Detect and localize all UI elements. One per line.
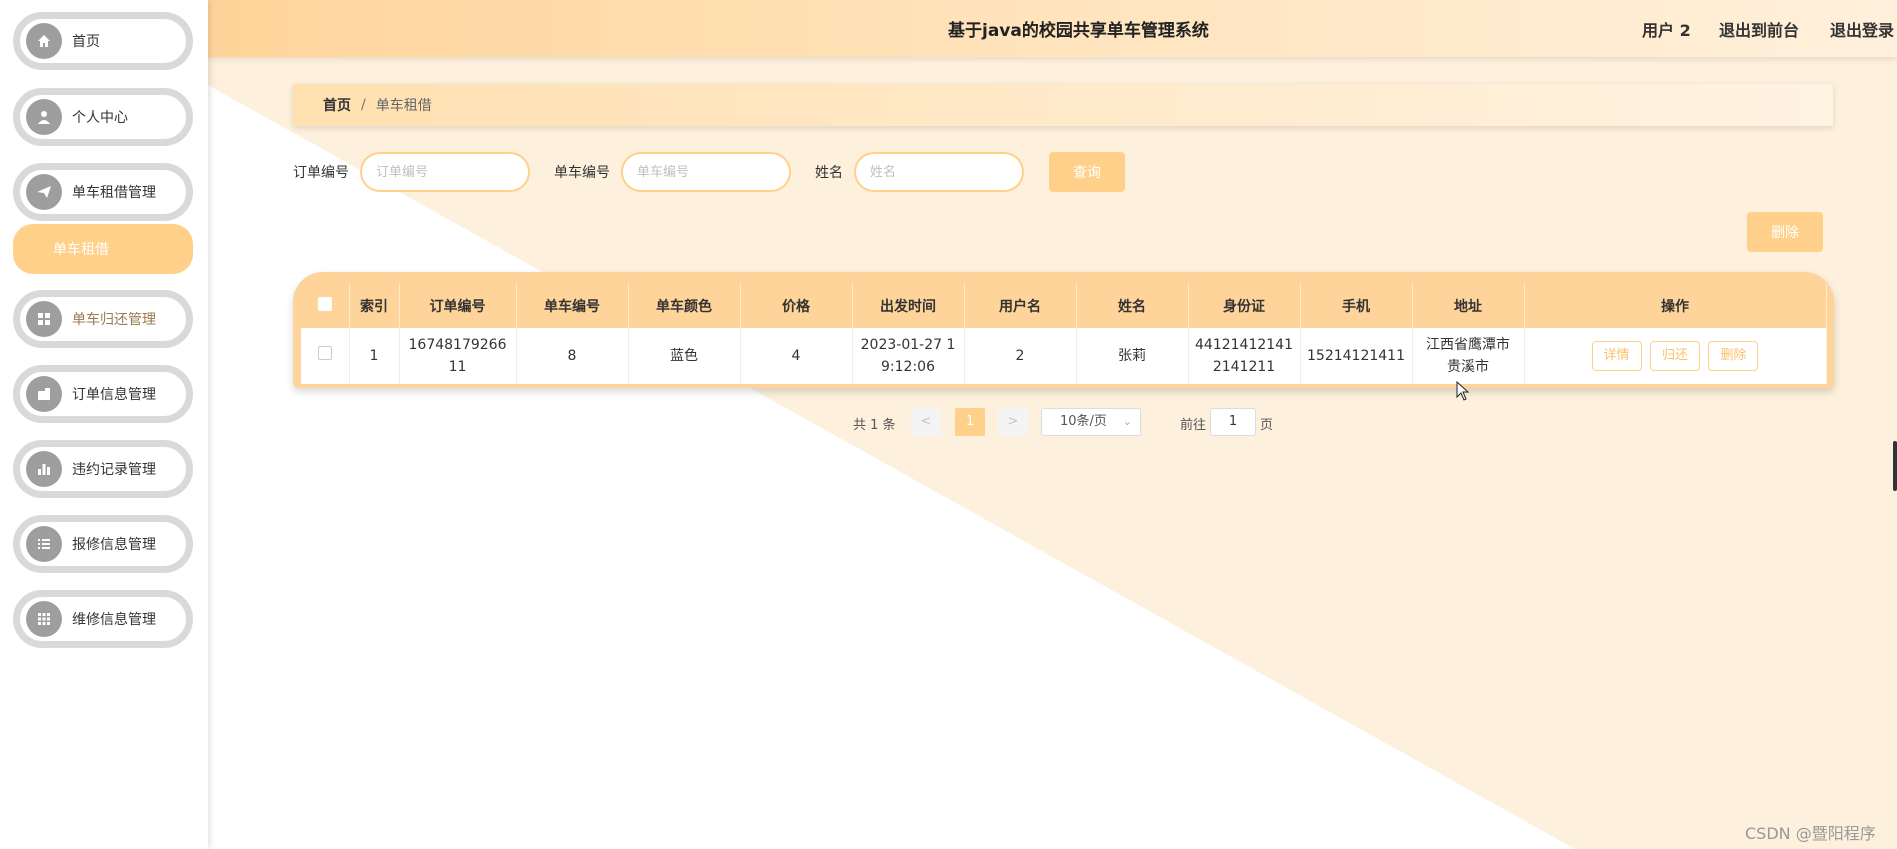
- cell-price: 4: [740, 328, 853, 384]
- cell-address: 江西省鹰潭市 贵溪市: [1412, 328, 1525, 384]
- detail-button[interactable]: 详情: [1591, 341, 1642, 371]
- column-header: 单车颜色: [628, 284, 741, 328]
- bar-chart-icon: [26, 451, 62, 487]
- sidebar-item-label: 单车租借管理: [72, 185, 156, 201]
- sidebar-item-personal-center[interactable]: 个人中心: [13, 88, 193, 146]
- next-page-button[interactable]: >: [998, 408, 1028, 436]
- sidebar-item-rental-management[interactable]: 单车租借管理: [13, 163, 193, 221]
- grid-icon: [26, 301, 62, 337]
- table-row: 1 16748179266 11 8 蓝色 4 2023-01-27 1 9:12:…: [301, 328, 1827, 384]
- sidebar-item-label: 订单信息管理: [72, 387, 156, 403]
- order-no-input[interactable]: [360, 152, 530, 192]
- column-header: 操作: [1524, 284, 1827, 328]
- column-header: 地址: [1412, 284, 1525, 328]
- cell-phone: 15214121411: [1300, 328, 1413, 384]
- current-user[interactable]: 用户 2: [1642, 17, 1691, 41]
- background-diagonal: [208, 0, 1897, 849]
- sidebar-item-repair-report-management[interactable]: 报修信息管理: [13, 515, 193, 573]
- goto-page-input[interactable]: 1: [1210, 408, 1256, 436]
- bike-no-label: 单车编号: [554, 165, 610, 181]
- cell-bike-no: 8: [516, 328, 629, 384]
- sidebar-item-home[interactable]: 首页: [13, 12, 193, 70]
- cell-index: 1: [349, 328, 400, 384]
- breadcrumb-home[interactable]: 首页: [323, 95, 351, 115]
- breadcrumb-separator: /: [361, 97, 366, 113]
- bike-no-input[interactable]: [621, 152, 791, 192]
- site-title: 基于java的校园共享单车管理系统: [948, 21, 1209, 41]
- delete-row-button[interactable]: 删除: [1708, 341, 1759, 371]
- pagination-total: 共 1 条: [853, 418, 896, 433]
- cell-name: 张莉: [1076, 328, 1189, 384]
- cell-actions: 详情 归还 删除: [1524, 328, 1827, 384]
- sidebar-item-violation-management[interactable]: 违约记录管理: [13, 440, 193, 498]
- sidebar-item-order-management[interactable]: 订单信息管理: [13, 365, 193, 423]
- prev-page-button[interactable]: <: [911, 408, 941, 436]
- page-size-value: 10条/页: [1060, 414, 1107, 429]
- cell-order-no: 16748179266 11: [399, 328, 517, 384]
- sidebar-item-label: 单车归还管理: [72, 312, 156, 328]
- page-size-select[interactable]: 10条/页 ⌄: [1041, 408, 1141, 436]
- column-header: 身份证: [1188, 284, 1301, 328]
- list-icon: [26, 526, 62, 562]
- breadcrumb-current: 单车租借: [375, 98, 432, 114]
- name-input[interactable]: [854, 152, 1024, 192]
- page-1-button[interactable]: 1: [955, 408, 985, 436]
- sidebar-item-label: 个人中心: [72, 110, 128, 126]
- name-label: 姓名: [815, 165, 843, 181]
- mouse-cursor-icon: [1456, 381, 1470, 401]
- watermark: CSDN @暨阳程序: [1745, 824, 1876, 843]
- sidebar-item-return-management[interactable]: 单车归还管理: [13, 290, 193, 348]
- column-header: 出发时间: [852, 284, 965, 328]
- column-header: 手机: [1300, 284, 1413, 328]
- table-header-row: 索引 订单编号 单车编号 单车颜色 价格 出发时间 用户名 姓名 身份证 手机 …: [301, 284, 1827, 328]
- data-table: 索引 订单编号 单车编号 单车颜色 价格 出发时间 用户名 姓名 身份证 手机 …: [293, 272, 1834, 388]
- column-header: 用户名: [964, 284, 1077, 328]
- column-header: 索引: [349, 284, 400, 328]
- logout-link[interactable]: 退出登录: [1830, 17, 1894, 41]
- batch-delete-button[interactable]: 删除: [1747, 212, 1823, 252]
- sidebar-item-label: 首页: [72, 34, 100, 50]
- top-bar: 基于java的校园共享单车管理系统 用户 2 退出到前台 退出登录: [208, 0, 1897, 57]
- sidebar: 首页 个人中心 单车租借管理 单车租借 单车归还管理 订单信息管理 违约记录管理: [0, 0, 208, 849]
- breadcrumb: 首页 / 单车租借: [293, 84, 1833, 126]
- cell-color: 蓝色: [628, 328, 741, 384]
- cell-time: 2023-01-27 1 9:12:06: [852, 328, 965, 384]
- cell-username: 2: [964, 328, 1077, 384]
- scrollbar-thumb[interactable]: [1893, 441, 1897, 491]
- sidebar-subitem-label: 单车租借: [53, 242, 109, 258]
- cell-id-card: 44121412141 2141211: [1188, 328, 1301, 384]
- sidebar-item-label: 报修信息管理: [72, 537, 156, 553]
- query-button[interactable]: 查询: [1049, 152, 1125, 192]
- sidebar-item-maintenance-management[interactable]: 维修信息管理: [13, 590, 193, 648]
- wallet-icon: [26, 376, 62, 412]
- column-header: 姓名: [1076, 284, 1189, 328]
- paper-plane-icon: [26, 174, 62, 210]
- column-header: 价格: [740, 284, 853, 328]
- goto-label: 前往: [1180, 418, 1207, 433]
- apps-icon: [26, 601, 62, 637]
- column-header: 单车编号: [516, 284, 629, 328]
- order-no-label: 订单编号: [293, 165, 349, 181]
- sidebar-subitem-rental[interactable]: 单车租借: [13, 224, 193, 274]
- chevron-down-icon: ⌄: [1122, 415, 1132, 428]
- row-checkbox[interactable]: [301, 328, 350, 384]
- return-button[interactable]: 归还: [1650, 341, 1700, 371]
- user-icon: [26, 99, 62, 135]
- back-to-front-link[interactable]: 退出到前台: [1719, 17, 1799, 41]
- sidebar-item-label: 维修信息管理: [72, 612, 156, 628]
- select-all-checkbox[interactable]: [301, 284, 350, 328]
- column-header: 订单编号: [399, 284, 517, 328]
- home-icon: [26, 23, 62, 59]
- page-unit-label: 页: [1260, 418, 1274, 433]
- sidebar-item-label: 违约记录管理: [72, 462, 156, 478]
